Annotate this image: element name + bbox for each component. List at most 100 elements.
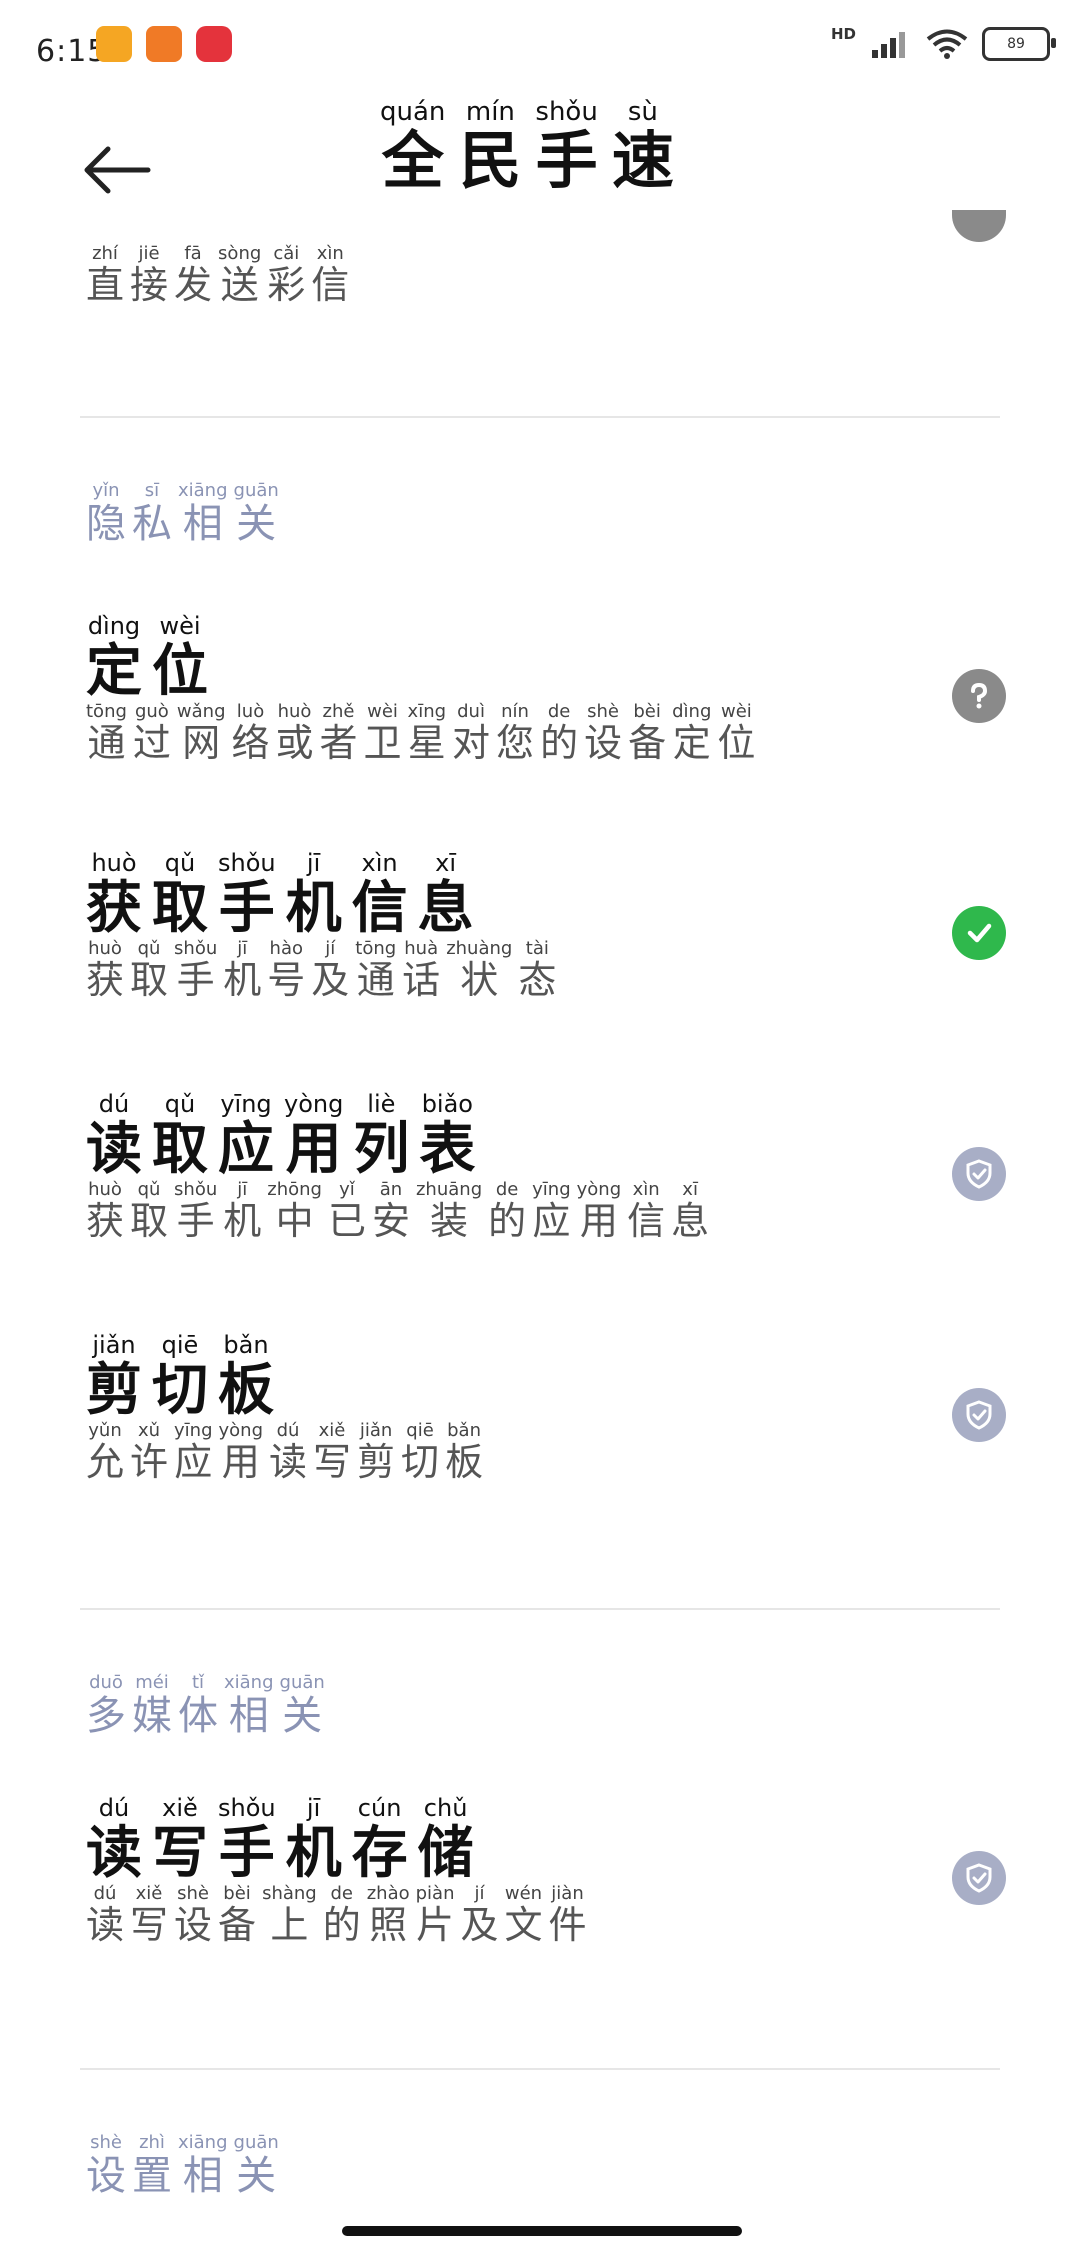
- shield-icon[interactable]: [952, 1147, 1006, 1201]
- char: 民mín: [459, 97, 522, 197]
- char: 用yòng: [284, 1090, 344, 1182]
- char: 通tōng: [355, 938, 397, 1002]
- char: 关guān: [279, 1672, 325, 1739]
- char: 表biǎo: [419, 1090, 476, 1182]
- char: 机jī: [285, 1794, 342, 1886]
- permission-item[interactable]: 读dú写xiě手shǒu机jī存cún储chǔ: [86, 1794, 1026, 1889]
- char: 的de: [322, 1883, 361, 1947]
- char: 隐yǐn: [86, 480, 126, 547]
- permission-title: 剪jiǎn切qiē板bǎn: [86, 1331, 1026, 1426]
- section-title: 隐yǐn私sī相xiāng关guān: [86, 480, 1026, 549]
- char: 切qiē: [152, 1331, 208, 1423]
- section-title: 多duō媒méi体tǐ相xiāng关guān: [86, 1672, 1026, 1741]
- char: 机jī: [285, 849, 342, 941]
- char: 装zhuāng: [415, 1179, 483, 1243]
- char: 设shè: [584, 701, 623, 765]
- char: 备bèi: [218, 1883, 257, 1947]
- char: 络luò: [231, 701, 270, 765]
- battery-level: 89: [1007, 36, 1025, 52]
- char: 读dú: [86, 1883, 125, 1947]
- char: 定dìng: [672, 701, 712, 765]
- char: 剪jiǎn: [86, 1331, 142, 1423]
- char: 切qiē: [401, 1420, 440, 1484]
- section-header: 多duō媒méi体tǐ相xiāng关guān: [86, 1672, 1026, 1741]
- char: 板bǎn: [445, 1420, 484, 1484]
- char: 关guān: [233, 480, 279, 547]
- char: 手shǒu: [174, 1179, 218, 1243]
- char: 用yòng: [218, 1420, 264, 1484]
- notes-app-icon: [96, 26, 132, 62]
- char: 相xiāng: [224, 1672, 274, 1739]
- char: 或huò: [275, 701, 314, 765]
- permission-item[interactable]: 定dìng位wèi: [86, 612, 1026, 707]
- section-title: 设shè置zhì相xiāng关guān: [86, 2132, 1026, 2201]
- back-arrow-icon: [84, 146, 151, 194]
- char: 中zhōng: [267, 1179, 322, 1243]
- char: 机jī: [223, 1179, 262, 1243]
- char: 写xiě: [130, 1883, 169, 1947]
- top-bar: 全quán民mín手shǒu速sù: [0, 90, 1080, 240]
- char: 直zhí: [86, 243, 125, 307]
- permission-desc: 获huò取qǔ手shǒu机jī中zhōng已yǐ安ān装zhuāng的de应yī…: [86, 1179, 1026, 1245]
- permission-item[interactable]: 读dú取qǔ应yīng用yòng列liè表biǎo: [86, 1090, 1026, 1185]
- permission-desc: 通tōng过guò网wǎng络luò或huò者zhě卫wèi星xīng对duì您…: [86, 701, 1026, 767]
- char: 应yīng: [174, 1420, 213, 1484]
- char: 号hào: [267, 938, 306, 1002]
- char: 上shàng: [262, 1883, 317, 1947]
- permission-title: 定dìng位wèi: [86, 612, 1026, 707]
- desc-text: 直zhí接jiē发fā送sòng彩cǎi信xìn: [86, 243, 1026, 309]
- char: 照zhào: [366, 1883, 410, 1947]
- permission-desc: 读dú写xiě设shè备bèi上shàng的de照zhào片piàn及jí文wé…: [86, 1883, 1026, 1949]
- char: 的de: [488, 1179, 527, 1243]
- char: 通tōng: [86, 701, 127, 765]
- permission-title: 读dú取qǔ应yīng用yòng列liè表biǎo: [86, 1090, 1026, 1185]
- char: 发fā: [174, 243, 213, 307]
- char: 手shǒu: [218, 1794, 276, 1886]
- wifi-icon: [926, 29, 968, 59]
- section-header: 隐yǐn私sī相xiāng关guān: [86, 480, 1026, 549]
- shopping-app-icon: [146, 26, 182, 62]
- cellular-signal-icon: [872, 32, 905, 58]
- check-icon[interactable]: [952, 906, 1006, 960]
- title-text: 全quán民mín手shǒu速sù: [380, 97, 700, 200]
- home-indicator[interactable]: [342, 2226, 742, 2236]
- desc-text: 获huò取qǔ手shǒu机jī号hào及jí通tōng话huà状zhuàng态t…: [86, 938, 1026, 1004]
- char: 星xīng: [407, 701, 447, 765]
- char: 机jī: [223, 938, 262, 1002]
- char: 剪jiǎn: [357, 1420, 396, 1484]
- char: 接jiē: [130, 243, 169, 307]
- section-header: 设shè置zhì相xiāng关guān: [86, 2132, 1026, 2201]
- char: 媒méi: [132, 1672, 172, 1739]
- char: 获huò: [86, 849, 142, 941]
- permission-item[interactable]: 获huò取qǔ手shǒu机jī信xìn息xī: [86, 849, 1026, 944]
- desc-text: 读dú写xiě设shè备bèi上shàng的de照zhào片piàn及jí文wé…: [86, 1883, 1026, 1949]
- char: 及jí: [311, 938, 350, 1002]
- char: 获huò: [86, 1179, 125, 1243]
- char: 相xiāng: [178, 480, 228, 547]
- char: 件jiàn: [548, 1883, 587, 1947]
- char: 文wén: [504, 1883, 543, 1947]
- shield-icon[interactable]: [952, 1388, 1006, 1442]
- char: 置zhì: [132, 2132, 172, 2199]
- char: 取qǔ: [130, 938, 169, 1002]
- section-divider: [80, 1608, 1000, 1610]
- char: 卫wèi: [363, 701, 402, 765]
- desc-text: 通tōng过guò网wǎng络luò或huò者zhě卫wèi星xīng对duì您…: [86, 701, 1026, 767]
- mms-permission-desc: 直zhí接jiē发fā送sòng彩cǎi信xìn: [86, 243, 1026, 309]
- help-icon[interactable]: [952, 669, 1006, 723]
- char: 应yīng: [218, 1090, 274, 1182]
- permission-item[interactable]: 剪jiǎn切qiē板bǎn: [86, 1331, 1026, 1426]
- char: 定dìng: [86, 612, 142, 704]
- back-button[interactable]: [82, 140, 152, 200]
- char: 储chǔ: [417, 1794, 474, 1886]
- hd-label: HD: [830, 25, 856, 43]
- char: 送sòng: [218, 243, 262, 307]
- char: 读dú: [86, 1090, 142, 1182]
- music-app-icon: [196, 26, 232, 62]
- char: 息xī: [671, 1179, 710, 1243]
- char: 取qǔ: [152, 1090, 208, 1182]
- char: 位wèi: [717, 701, 756, 765]
- shield-icon[interactable]: [952, 1851, 1006, 1905]
- char: 手shǒu: [535, 97, 598, 197]
- char: 取qǔ: [130, 1179, 169, 1243]
